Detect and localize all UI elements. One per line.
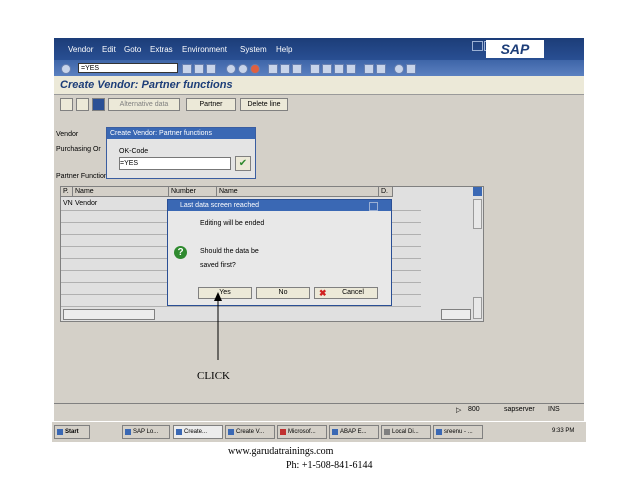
table-scrollbar-top[interactable]	[473, 199, 482, 229]
delete-line-button[interactable]: Delete line	[240, 98, 288, 111]
cancel-button[interactable]: ✖ Cancel	[314, 287, 378, 299]
menu-extras[interactable]: Extras	[150, 45, 173, 54]
partner-button[interactable]: Partner	[186, 98, 236, 111]
okcode-popup-title: Create Vendor: Partner functions	[107, 128, 255, 139]
taskbar-item[interactable]: Microsof...	[277, 425, 327, 439]
sap-window: Vendor Edit Goto Extras Environment Syst…	[54, 38, 584, 438]
title-bar: Create Vendor: Partner functions	[54, 76, 584, 94]
cancel-x-icon: ✖	[319, 288, 327, 298]
page-title: Create Vendor: Partner functions	[60, 79, 233, 91]
sap-logo: SAP	[486, 40, 544, 58]
help-icon[interactable]	[394, 64, 404, 74]
col-header-name[interactable]: Name	[73, 187, 169, 197]
application-toolbar: Alternative data Partner Delete line	[54, 94, 584, 115]
col-header-name2[interactable]: Name	[217, 187, 379, 197]
dialog-line2: Should the data be	[200, 248, 259, 255]
taskbar-item[interactable]: sreenu - ...	[433, 425, 483, 439]
menu-edit[interactable]: Edit	[102, 45, 116, 54]
shortcut-icon[interactable]	[376, 64, 386, 74]
info-icon[interactable]	[92, 98, 105, 111]
cancel-label: Cancel	[342, 289, 364, 296]
menu-system[interactable]: System	[240, 45, 267, 54]
footer-phone: Ph: +1-508-841-6144	[286, 460, 373, 471]
taskbar-item[interactable]: Create...	[173, 425, 223, 439]
back-icon[interactable]	[226, 64, 236, 74]
command-field[interactable]: =YES	[78, 63, 178, 73]
copy-icon[interactable]	[76, 98, 89, 111]
status-arrow-icon[interactable]: ▷	[456, 406, 461, 414]
menu-vendor[interactable]: Vendor	[68, 45, 93, 54]
alternative-data-button[interactable]: Alternative data	[108, 98, 180, 111]
menu-environment[interactable]: Environment	[182, 45, 227, 54]
menu-help[interactable]: Help	[276, 45, 292, 54]
okcode-input[interactable]: =YES	[119, 157, 231, 170]
no-button[interactable]: No	[256, 287, 310, 299]
status-server: sapserver	[504, 406, 535, 413]
next-page-icon[interactable]	[334, 64, 344, 74]
footer-website: www.garudatrainings.com	[228, 446, 334, 457]
vendor-label: Vendor	[56, 131, 79, 138]
table-settings-icon[interactable]	[473, 187, 482, 196]
horizontal-scrollbar-right[interactable]	[441, 309, 471, 320]
dialog-title: Last data screen reached	[168, 200, 391, 211]
save-dialog: Last data screen reached Editing will be…	[167, 199, 392, 306]
clock: 9:33 PM	[552, 428, 575, 434]
click-annotation: CLICK	[197, 370, 230, 382]
col-header-p[interactable]: P.	[61, 187, 73, 197]
okcode-popup: Create Vendor: Partner functions OK-Code…	[106, 127, 256, 179]
cancel-icon[interactable]	[250, 64, 260, 74]
layout-menu-icon[interactable]	[406, 64, 416, 74]
find-next-icon[interactable]	[292, 64, 302, 74]
okcode-label: OK-Code	[119, 148, 149, 155]
col-header-number[interactable]: Number	[169, 187, 217, 197]
minimize-icon[interactable]	[472, 41, 483, 51]
taskbar-item[interactable]: Create V...	[225, 425, 275, 439]
horizontal-scrollbar[interactable]	[63, 309, 155, 320]
windows-icon	[57, 429, 63, 435]
create-session-icon[interactable]	[364, 64, 374, 74]
menu-goto[interactable]: Goto	[124, 45, 141, 54]
previous-page-icon[interactable]	[322, 64, 332, 74]
dialog-line3: saved first?	[200, 262, 236, 269]
taskbar-item[interactable]: SAP Lo...	[122, 425, 170, 439]
exit-icon[interactable]	[238, 64, 248, 74]
taskbar-item[interactable]: ABAP E...	[329, 425, 379, 439]
standard-toolbar: =YES	[54, 60, 584, 76]
col-header-d[interactable]: D.	[379, 187, 393, 197]
save-icon[interactable]	[206, 64, 216, 74]
last-page-icon[interactable]	[346, 64, 356, 74]
first-page-icon[interactable]	[310, 64, 320, 74]
click-arrow	[214, 292, 222, 360]
menu-bar: Vendor Edit Goto Extras Environment Syst…	[54, 38, 584, 60]
status-bar: ▷ 800 sapserver INS	[54, 403, 584, 418]
find-icon[interactable]	[280, 64, 290, 74]
question-icon: ?	[174, 246, 187, 259]
start-button[interactable]: Start	[54, 425, 90, 439]
dropdown-icon[interactable]	[182, 64, 192, 74]
status-client: 800	[468, 406, 480, 413]
status-mode: INS	[548, 406, 560, 413]
checkmark-icon[interactable]: ✔	[235, 156, 251, 171]
table-scrollbar-bottom[interactable]	[473, 297, 482, 319]
dialog-close-icon[interactable]	[369, 202, 378, 211]
partner-functions-label: Partner Functions	[56, 173, 112, 180]
dialog-line1: Editing will be ended	[200, 220, 265, 227]
taskbar: Start SAP Lo... Create... Create V... Mi…	[52, 421, 586, 442]
purchasing-org-label: Purchasing Or	[56, 146, 101, 153]
back-arrow-icon[interactable]	[194, 64, 204, 74]
print-icon[interactable]	[268, 64, 278, 74]
enter-icon[interactable]	[61, 64, 71, 74]
taskbar-item[interactable]: Local Di...	[381, 425, 431, 439]
screen-icon[interactable]	[60, 98, 73, 111]
